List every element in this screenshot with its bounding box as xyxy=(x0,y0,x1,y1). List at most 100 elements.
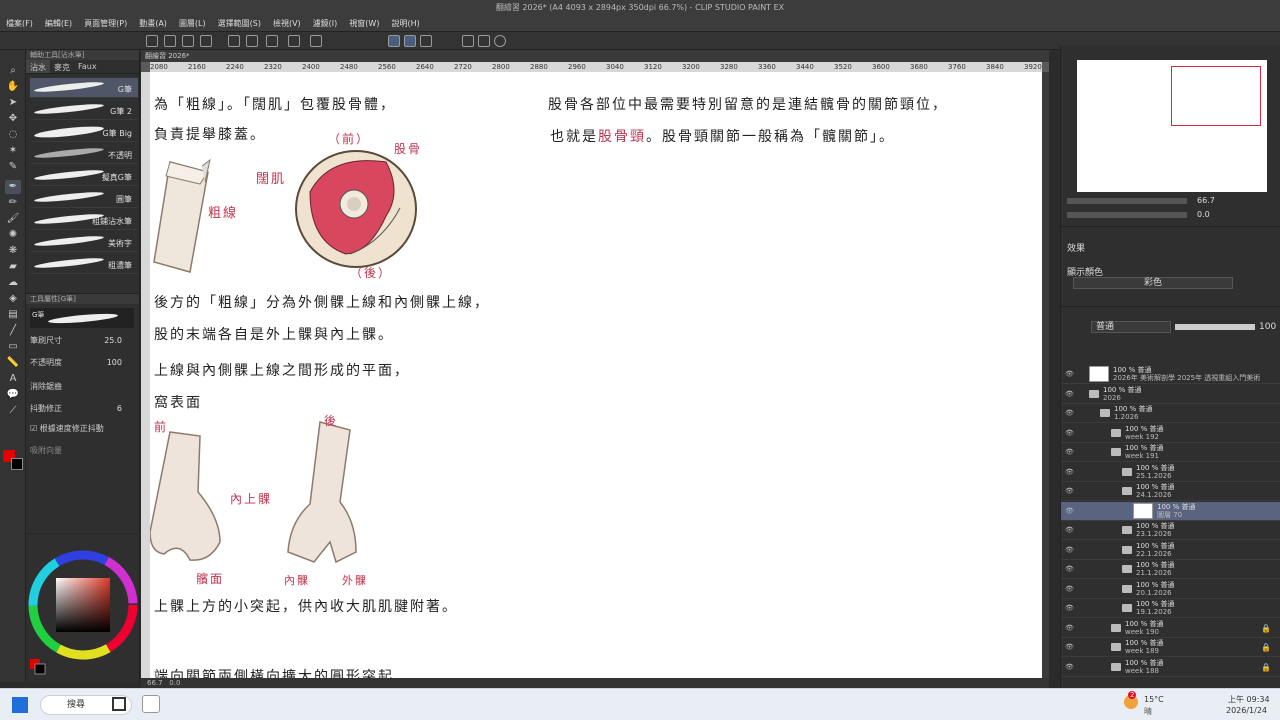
visibility-eye-icon[interactable]: 👁 xyxy=(1065,604,1074,612)
layer-folder-row[interactable]: 👁 100 % 普通 week 192 xyxy=(1061,424,1280,443)
menu-select[interactable]: 選擇範圍(S) xyxy=(218,18,261,29)
menu-help[interactable]: 說明(H) xyxy=(391,18,419,29)
brush-item[interactable]: G筆 xyxy=(30,78,138,98)
visibility-eye-icon[interactable]: 👁 xyxy=(1065,546,1074,554)
eraser-tool-icon[interactable]: ▰ xyxy=(5,260,21,274)
companion-icon[interactable] xyxy=(478,35,490,47)
pencil-tool-icon[interactable]: ✏ xyxy=(5,196,21,210)
lasso-tool-icon[interactable]: ◌ xyxy=(5,128,21,142)
menu-edit[interactable]: 編輯(E) xyxy=(45,18,72,29)
eyedropper-tool-icon[interactable]: ✎ xyxy=(5,160,21,174)
lock-icon[interactable]: 🔒 xyxy=(1261,643,1271,652)
layer-folder-row[interactable]: 👁 100 % 普通 week 191 xyxy=(1061,443,1280,462)
snap-ruler-icon[interactable] xyxy=(388,35,400,47)
brush-tool-icon[interactable]: 🖌 xyxy=(5,212,21,226)
assets-icon[interactable] xyxy=(462,35,474,47)
antialias-row[interactable]: 消除鋸齒 xyxy=(30,380,136,394)
color-wheel[interactable] xyxy=(26,535,140,682)
menu-page[interactable]: 頁面管理(P) xyxy=(84,18,127,29)
sub-color-swatch[interactable] xyxy=(11,458,23,470)
visibility-eye-icon[interactable]: 👁 xyxy=(1065,487,1074,495)
brush-item[interactable]: 不透明 xyxy=(30,144,138,164)
navigator-preview[interactable] xyxy=(1077,60,1267,192)
layer-folder-row[interactable]: 👁 100 % 普通 23.1.2026 xyxy=(1061,521,1280,540)
rotate-slider[interactable] xyxy=(1067,212,1187,218)
layer-folder-row[interactable]: 👁 100 % 普通 week 188 🔒 xyxy=(1061,658,1280,677)
decoration-tool-icon[interactable]: ❋ xyxy=(5,244,21,258)
ruler-tool-icon[interactable]: 📏 xyxy=(5,356,21,370)
blend-mode-select[interactable]: 普通 xyxy=(1091,321,1171,333)
layer-opacity-slider[interactable] xyxy=(1175,324,1255,330)
layer-folder-row[interactable]: 👁 100 % 普通 22.1.2026 xyxy=(1061,541,1280,560)
visibility-eye-icon[interactable]: 👁 xyxy=(1065,526,1074,534)
gradient-tool-icon[interactable]: ▤ xyxy=(5,308,21,322)
visibility-eye-icon[interactable]: 👁 xyxy=(1065,624,1074,632)
stabilization-row[interactable]: 抖動修正 6 xyxy=(30,402,136,416)
weather-icon[interactable]: 2 xyxy=(1124,691,1138,709)
snap-special-ruler-icon[interactable] xyxy=(404,35,416,47)
move-layer-tool-icon[interactable]: ✥ xyxy=(5,112,21,126)
redo-icon[interactable] xyxy=(246,35,258,47)
frame-tool-icon[interactable]: ▭ xyxy=(5,340,21,354)
brush-item[interactable]: 圓筆 xyxy=(30,188,138,208)
record-icon[interactable] xyxy=(494,35,506,47)
layer-row[interactable]: 👁 100 % 普通 圖層 70 xyxy=(1061,501,1280,521)
brush-item[interactable]: G筆 2 xyxy=(30,100,138,120)
layer-folder-row[interactable]: 👁 100 % 普通 week 190 🔒 xyxy=(1061,619,1280,638)
clock-time[interactable]: 上午 09:34 xyxy=(1228,694,1270,705)
tab-marker[interactable]: 麥克 xyxy=(50,60,74,73)
brush-item[interactable]: 粗濃筆 xyxy=(30,254,138,274)
cut-icon[interactable] xyxy=(288,35,300,47)
opacity-row[interactable]: 不透明度 100 xyxy=(30,356,136,370)
balloon-tool-icon[interactable]: 💬 xyxy=(5,388,21,402)
layer-folder-row[interactable]: 👁 100 % 普通 25.1.2026 xyxy=(1061,463,1280,482)
menu-view[interactable]: 檢視(V) xyxy=(273,18,301,29)
visibility-eye-icon[interactable]: 👁 xyxy=(1065,585,1074,593)
display-color-select[interactable]: 彩色 xyxy=(1073,277,1233,289)
layer-folder-row[interactable]: 👁 100 % 普通 2026 xyxy=(1061,385,1280,404)
new-file-icon[interactable] xyxy=(146,35,158,47)
layer-folder-row[interactable]: 👁 100 % 普通 19.1.2026 xyxy=(1061,599,1280,618)
zoom-tool-icon[interactable]: ⌕ xyxy=(5,64,21,78)
text-tool-icon[interactable]: A xyxy=(5,372,21,386)
magic-wand-tool-icon[interactable]: ✶ xyxy=(5,144,21,158)
vertical-scrollbar[interactable] xyxy=(1042,72,1049,678)
tab-faux[interactable]: Faux xyxy=(74,60,101,73)
open-file-icon[interactable] xyxy=(164,35,176,47)
vector-snap-row[interactable]: 吸附向量 xyxy=(30,444,136,458)
layer-folder-row[interactable]: 👁 100 % 普通 week 189 🔒 xyxy=(1061,638,1280,657)
layer-folder-row[interactable]: 👁 100 % 普通 21.1.2026 xyxy=(1061,560,1280,579)
layer-row[interactable]: 👁 100 % 普通 2026年 美術解剖學 2025年 透視重組入門美術 xyxy=(1061,365,1280,384)
task-view-icon[interactable] xyxy=(112,697,126,711)
snap-grid-icon[interactable] xyxy=(420,35,432,47)
visibility-eye-icon[interactable]: 👁 xyxy=(1065,370,1074,378)
blend-tool-icon[interactable]: ☁ xyxy=(5,276,21,290)
operation-tool-icon[interactable]: ➤ xyxy=(5,96,21,110)
visibility-eye-icon[interactable]: 👁 xyxy=(1065,507,1074,515)
visibility-eye-icon[interactable]: 👁 xyxy=(1065,663,1074,671)
layer-folder-row[interactable]: 👁 100 % 普通 20.1.2026 xyxy=(1061,580,1280,599)
menu-window[interactable]: 視窗(W) xyxy=(349,18,379,29)
brush-item[interactable]: G筆 Big xyxy=(30,122,138,142)
correct-line-tool-icon[interactable]: ⟋ xyxy=(5,404,21,418)
undo-icon[interactable] xyxy=(228,35,240,47)
canvas-paper[interactable]: 為「粗線」。「闊肌」包覆股骨體， 負責提舉膝蓋。 股骨各部位中最需要特別留意的是… xyxy=(150,72,1042,678)
visibility-eye-icon[interactable]: 👁 xyxy=(1065,409,1074,417)
fill-tool-icon[interactable]: ◈ xyxy=(5,292,21,306)
visibility-eye-icon[interactable]: 👁 xyxy=(1065,643,1074,651)
export-icon[interactable] xyxy=(200,35,212,47)
brush-item[interactable]: 擬真G筆 xyxy=(30,166,138,186)
visibility-eye-icon[interactable]: 👁 xyxy=(1065,390,1074,398)
hand-tool-icon[interactable]: ✋ xyxy=(5,80,21,94)
layer-folder-row[interactable]: 👁 100 % 普通 1.2026 xyxy=(1061,404,1280,423)
clock-date[interactable]: 2026/1/24 xyxy=(1226,706,1267,715)
visibility-eye-icon[interactable]: 👁 xyxy=(1065,448,1074,456)
transform-icon[interactable] xyxy=(310,35,322,47)
visibility-eye-icon[interactable]: 👁 xyxy=(1065,565,1074,573)
menu-layer[interactable]: 圖層(L) xyxy=(179,18,206,29)
figure-tool-icon[interactable]: ╱ xyxy=(5,324,21,338)
lock-icon[interactable]: 🔒 xyxy=(1261,624,1271,633)
menu-filter[interactable]: 濾鏡(I) xyxy=(313,18,338,29)
zoom-slider[interactable] xyxy=(1067,198,1187,204)
windows-start-icon[interactable] xyxy=(12,697,28,713)
